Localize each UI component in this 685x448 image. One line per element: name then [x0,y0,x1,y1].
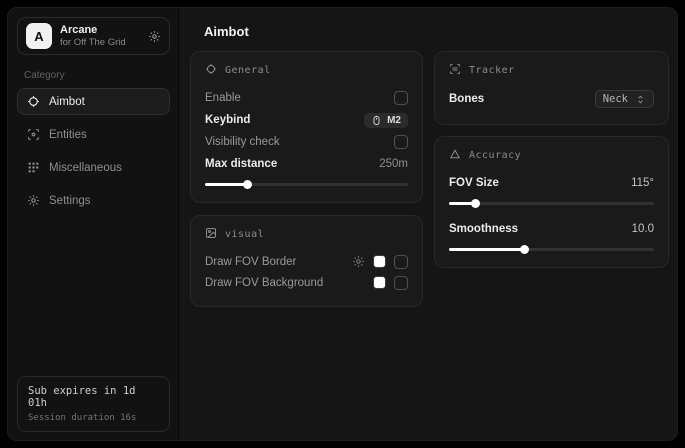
fov-size-value: 115° [631,177,654,189]
fov-border-color-swatch[interactable] [373,255,386,268]
app-logo-text: Arcane for Off The Grid [60,24,140,48]
sidebar-item-settings[interactable]: Settings [17,187,170,214]
category-label: Category [24,70,170,81]
app-title: Arcane [60,24,140,36]
max-distance-label: Max distance [205,158,277,170]
app-window: A Arcane for Off The Grid Category Aimbo… [7,7,678,441]
app-logo: A [26,23,52,49]
card-title: Tracker [469,65,515,76]
draw-fov-border-checkbox[interactable] [394,255,408,269]
image-icon [205,227,217,242]
main-panel: Aimbot General Enable [179,8,677,440]
bones-select[interactable]: Neck [595,90,654,108]
app-logo-card: A Arcane for Off The Grid [17,17,170,55]
fov-size-slider[interactable] [449,199,654,208]
card-visual: visual Draw FOV Border Draw F [190,215,423,307]
max-distance-value: 250m [379,158,408,170]
card-title: Accuracy [469,150,521,161]
max-distance-slider[interactable] [205,180,408,189]
smoothness-label: Smoothness [449,223,518,235]
sidebar-item-aimbot[interactable]: Aimbot [17,88,170,115]
sidebar: A Arcane for Off The Grid Category Aimbo… [8,8,179,440]
chevrons-up-down-icon [635,94,646,105]
settings-gear-icon [27,194,40,207]
grid-dots-icon [27,161,40,174]
slider-thumb[interactable] [243,180,252,189]
triangle-icon [449,148,461,163]
app-subtitle: for Off The Grid [60,37,140,48]
card-general: General Enable Keybind M2 [190,51,423,203]
sidebar-item-entities[interactable]: Entities [17,121,170,148]
page-title: Aimbot [204,24,669,39]
card-accuracy: Accuracy FOV Size 115° Smoothness 10.0 [434,136,669,268]
visibility-check-label: Visibility check [205,136,280,148]
bones-label: Bones [449,93,484,105]
draw-fov-background-checkbox[interactable] [394,276,408,290]
card-title: General [225,65,271,76]
slider-thumb[interactable] [520,245,529,254]
card-tracker: Tracker Bones Neck [434,51,669,125]
sidebar-item-label: Entities [49,129,87,141]
draw-fov-border-label: Draw FOV Border [205,256,296,268]
enable-checkbox[interactable] [394,91,408,105]
mouse-icon [371,115,382,126]
visibility-check-checkbox[interactable] [394,135,408,149]
sidebar-item-miscellaneous[interactable]: Miscellaneous [17,154,170,181]
sidebar-item-label: Settings [49,195,91,207]
sub-expiry-text: Sub expires in 1d 01h [28,385,159,409]
fov-size-label: FOV Size [449,177,499,189]
gear-icon[interactable] [148,30,161,43]
card-title: visual [225,229,264,240]
sidebar-nav: Aimbot Entities Miscellaneous Settings [17,88,170,214]
draw-fov-background-label: Draw FOV Background [205,277,323,289]
bones-selected-value: Neck [603,93,628,105]
gear-icon[interactable] [352,255,365,268]
crosshair-icon [27,95,40,108]
session-duration-text: Session duration 16s [28,413,159,423]
keybind-label: Keybind [205,114,250,126]
scan-eye-icon [27,128,40,141]
scan-lines-icon [449,63,461,78]
sidebar-item-label: Miscellaneous [49,162,122,174]
keybind-value: M2 [387,115,401,126]
subscription-info: Sub expires in 1d 01h Session duration 1… [17,376,170,432]
smoothness-slider[interactable] [449,245,654,254]
smoothness-value: 10.0 [632,223,654,235]
crosshair-icon [205,63,217,78]
slider-thumb[interactable] [471,199,480,208]
fov-background-color-swatch[interactable] [373,276,386,289]
keybind-button[interactable]: M2 [364,113,408,128]
sidebar-item-label: Aimbot [49,96,85,108]
enable-label: Enable [205,92,241,104]
